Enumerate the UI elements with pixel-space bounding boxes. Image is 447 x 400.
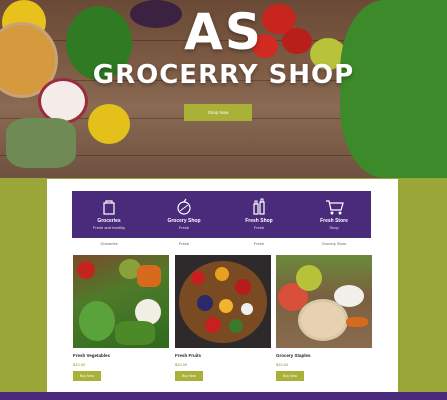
staples-product-image[interactable] xyxy=(276,255,372,348)
feature-label: Fresh xyxy=(253,241,265,246)
footer-bar xyxy=(0,392,447,400)
yellow-pepper-small-image xyxy=(88,104,130,144)
feature-title: Fresh Shop xyxy=(245,218,273,224)
feature-title: Grocery Shop xyxy=(167,218,201,224)
buy-now-button[interactable]: Buy Now xyxy=(276,371,304,381)
fruits-product-image[interactable] xyxy=(175,255,271,348)
card-price: $10.00 xyxy=(175,362,188,367)
buy-now-button[interactable]: Buy Now xyxy=(175,371,203,381)
shopping-cart-icon xyxy=(326,200,344,215)
card-title: Fresh Fruits xyxy=(175,353,202,358)
feature-subtitle: Fresh xyxy=(253,225,265,230)
buy-now-button[interactable]: Buy Now xyxy=(73,371,101,381)
feature-grocery-shop[interactable]: Grocery Shop Fresh xyxy=(147,191,221,238)
hero-title-line2: GROCERRY SHOP xyxy=(92,60,355,90)
features-bar: Groceries Fresh and healthy Grocery Shop… xyxy=(72,191,371,238)
feature-subtitle: Fresh xyxy=(178,225,190,230)
feature-label: Grocery Store xyxy=(321,241,347,246)
herbs-image xyxy=(6,118,76,168)
shop-now-button[interactable]: Shop Now xyxy=(184,104,252,121)
bottles-icon xyxy=(253,198,265,215)
card-price: $10.00 xyxy=(276,362,289,367)
shopping-bag-icon xyxy=(103,200,115,215)
feature-subtitle: Shop xyxy=(329,225,339,230)
feature-subtitle: Fresh and healthy xyxy=(92,225,126,230)
feature-label: Groceries xyxy=(100,241,118,246)
card-title: Fresh Vegetables xyxy=(73,353,111,358)
hero-banner: AS GROCERRY SHOP Shop Now xyxy=(0,0,447,178)
card-title: Grocery Staples xyxy=(276,353,311,358)
feature-label: Fresh xyxy=(178,241,190,246)
feature-groceries[interactable]: Groceries Fresh and healthy xyxy=(72,191,146,238)
vegetables-product-image[interactable] xyxy=(73,255,169,348)
feature-fresh-shop[interactable]: Fresh Shop Fresh xyxy=(222,191,296,238)
apple-icon xyxy=(177,198,191,215)
feature-fresh-store[interactable]: Fresh Store Shop xyxy=(297,191,371,238)
card-price: $10.00 xyxy=(73,362,86,367)
feature-title: Fresh Store xyxy=(320,218,348,224)
feature-title: Groceries xyxy=(97,218,121,224)
hero-title-line1: AS xyxy=(184,3,263,61)
